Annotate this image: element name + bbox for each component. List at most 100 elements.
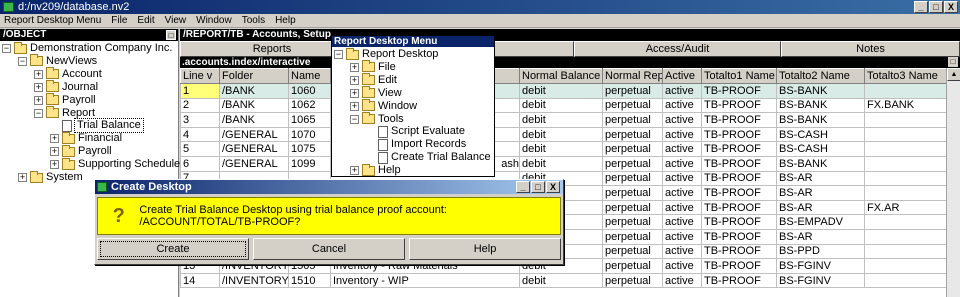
cell-normal-rep[interactable]: perpetual: [602, 112, 663, 128]
menu-edit[interactable]: Edit: [137, 14, 154, 27]
cell-totalto1-name[interactable]: TB-PROOF: [701, 185, 777, 201]
cell-totalto2-name[interactable]: BS-BANK: [776, 83, 865, 99]
cell-name[interactable]: 1060: [288, 83, 331, 99]
rd-menu-item-window[interactable]: + Window: [350, 99, 417, 113]
cancel-button[interactable]: Cancel: [253, 238, 405, 260]
table-row[interactable]: 6/GENERAL 1099 ash debit perpetual active TB-P…: [180, 155, 947, 172]
expand-icon[interactable]: +: [50, 160, 59, 170]
tree-item-financial[interactable]: + Financial: [50, 131, 122, 145]
subpanel-restore-button[interactable]: □: [948, 57, 958, 67]
menu-file[interactable]: File: [111, 14, 127, 27]
cell-active[interactable]: active: [662, 243, 702, 260]
close-button[interactable]: X: [944, 1, 958, 13]
menu-window[interactable]: Window: [196, 14, 232, 27]
scroll-up-arrow-icon[interactable]: ▲: [947, 68, 960, 81]
cell-normal-balance[interactable]: debit: [519, 112, 603, 128]
cell-totalto1-name[interactable]: TB-PROOF: [701, 243, 777, 260]
cell-folder[interactable]: /INVENTORY: [219, 272, 289, 289]
expand-icon[interactable]: +: [34, 69, 43, 79]
cell-totalto1-name[interactable]: TB-PROOF: [701, 141, 777, 157]
rd-menu-item-view[interactable]: + View: [350, 86, 402, 100]
collapse-icon[interactable]: −: [334, 50, 343, 59]
cell-totalto2-name[interactable]: BS-AR: [776, 185, 865, 201]
cell-line[interactable]: 1: [180, 83, 220, 99]
menu-tools[interactable]: Tools: [242, 14, 265, 27]
cell-name[interactable]: 1510: [288, 272, 331, 289]
cell-normal-rep[interactable]: perpetual: [602, 141, 663, 157]
collapse-icon[interactable]: −: [34, 108, 43, 118]
collapse-icon[interactable]: −: [2, 44, 11, 53]
cell-totalto2-name[interactable]: BS-FGINV: [776, 258, 865, 274]
cell-description[interactable]: Inventory - WIP: [330, 272, 520, 289]
table-row[interactable]: 1/BANK 1060 debit perpetual active TB-PROOF BS…: [180, 83, 947, 99]
cell-active[interactable]: active: [662, 141, 702, 157]
cell-totalto2-name[interactable]: BS-AR: [776, 199, 865, 216]
cell-folder[interactable]: /BANK: [219, 83, 289, 99]
cell-totalto1-name[interactable]: TB-PROOF: [701, 170, 777, 187]
cell-line[interactable]: 2: [180, 97, 220, 114]
cell-active[interactable]: active: [662, 214, 702, 230]
expand-icon[interactable]: +: [350, 62, 359, 72]
cell-active[interactable]: active: [662, 97, 702, 114]
cell-line[interactable]: 14: [180, 272, 220, 289]
tree-item-payroll[interactable]: + Payroll: [50, 144, 112, 158]
cell-totalto2-name[interactable]: BS-BANK: [776, 155, 865, 172]
cell-normal-rep[interactable]: perpetual: [602, 170, 663, 187]
cell-totalto2-name[interactable]: BS-CASH: [776, 141, 865, 157]
cell-normal-balance[interactable]: debit: [519, 97, 603, 114]
cell-totalto1-name[interactable]: TB-PROOF: [701, 258, 777, 274]
tree-item-account[interactable]: + Account: [34, 67, 102, 81]
tree-item-report[interactable]: − Report: [34, 106, 95, 120]
cell-normal-balance[interactable]: debit: [519, 83, 603, 99]
expand-icon[interactable]: +: [18, 173, 27, 182]
tab-access-audit[interactable]: Access/Audit: [574, 41, 781, 57]
rd-menu-item-create-trial-balance[interactable]: Create Trial Balance: [366, 151, 491, 164]
cell-totalto1-name[interactable]: TB-PROOF: [701, 97, 777, 114]
cell-name[interactable]: 1062: [288, 97, 331, 114]
cell-totalto3-name[interactable]: [864, 141, 947, 157]
column-header-folder[interactable]: Folder: [219, 68, 289, 84]
cell-totalto3-name[interactable]: [864, 126, 947, 143]
cell-normal-rep[interactable]: perpetual: [602, 258, 663, 274]
maximize-button[interactable]: □: [929, 1, 943, 13]
cell-folder[interactable]: /GENERAL: [219, 141, 289, 157]
rd-menu-item-file[interactable]: + File: [350, 60, 396, 74]
cell-totalto1-name[interactable]: TB-PROOF: [701, 83, 777, 99]
cell-folder[interactable]: /BANK: [219, 97, 289, 114]
column-header-active[interactable]: Active: [662, 68, 702, 84]
menu-report-desktop[interactable]: Report Desktop Menu: [4, 14, 101, 27]
dialog-close-button[interactable]: X: [546, 181, 560, 193]
cell-totalto2-name[interactable]: BS-BANK: [776, 112, 865, 128]
cell-totalto2-name[interactable]: BS-AR: [776, 170, 865, 187]
cell-name[interactable]: 1075: [288, 141, 331, 157]
cell-normal-rep[interactable]: perpetual: [602, 228, 663, 245]
rd-menu-item-tools[interactable]: − Tools: [350, 112, 404, 126]
cell-normal-rep[interactable]: perpetual: [602, 243, 663, 260]
help-button[interactable]: Help: [409, 238, 561, 260]
column-header-totalto1-name[interactable]: Totalto1 Name: [701, 68, 777, 84]
cell-active[interactable]: active: [662, 126, 702, 143]
cell-totalto3-name[interactable]: [864, 155, 947, 172]
menu-view[interactable]: View: [165, 14, 187, 27]
menu-help[interactable]: Help: [275, 14, 296, 27]
cell-totalto3-name[interactable]: [864, 258, 947, 274]
expand-icon[interactable]: +: [350, 75, 359, 85]
create-button[interactable]: Create: [97, 238, 249, 260]
cell-line[interactable]: 3: [180, 112, 220, 128]
column-header-totalto2-name[interactable]: Totalto2 Name: [776, 68, 865, 84]
cell-totalto3-name[interactable]: [864, 170, 947, 187]
cell-totalto1-name[interactable]: TB-PROOF: [701, 112, 777, 128]
cell-totalto3-name[interactable]: [864, 228, 947, 245]
cell-active[interactable]: active: [662, 112, 702, 128]
cell-totalto3-name[interactable]: [864, 272, 947, 289]
expand-icon[interactable]: +: [50, 134, 59, 144]
cell-name[interactable]: 1099: [288, 155, 331, 172]
cell-normal-balance[interactable]: debit: [519, 155, 603, 172]
cell-normal-rep[interactable]: perpetual: [602, 214, 663, 230]
cell-normal-rep[interactable]: perpetual: [602, 126, 663, 143]
tab-notes[interactable]: Notes: [781, 41, 960, 57]
cell-folder[interactable]: /GENERAL: [219, 126, 289, 143]
tree-item-system[interactable]: + System: [18, 170, 83, 184]
table-row[interactable]: 3/BANK 1065 debit perpetual active TB-PROOF BS…: [180, 112, 947, 128]
cell-folder[interactable]: /GENERAL: [219, 155, 289, 172]
